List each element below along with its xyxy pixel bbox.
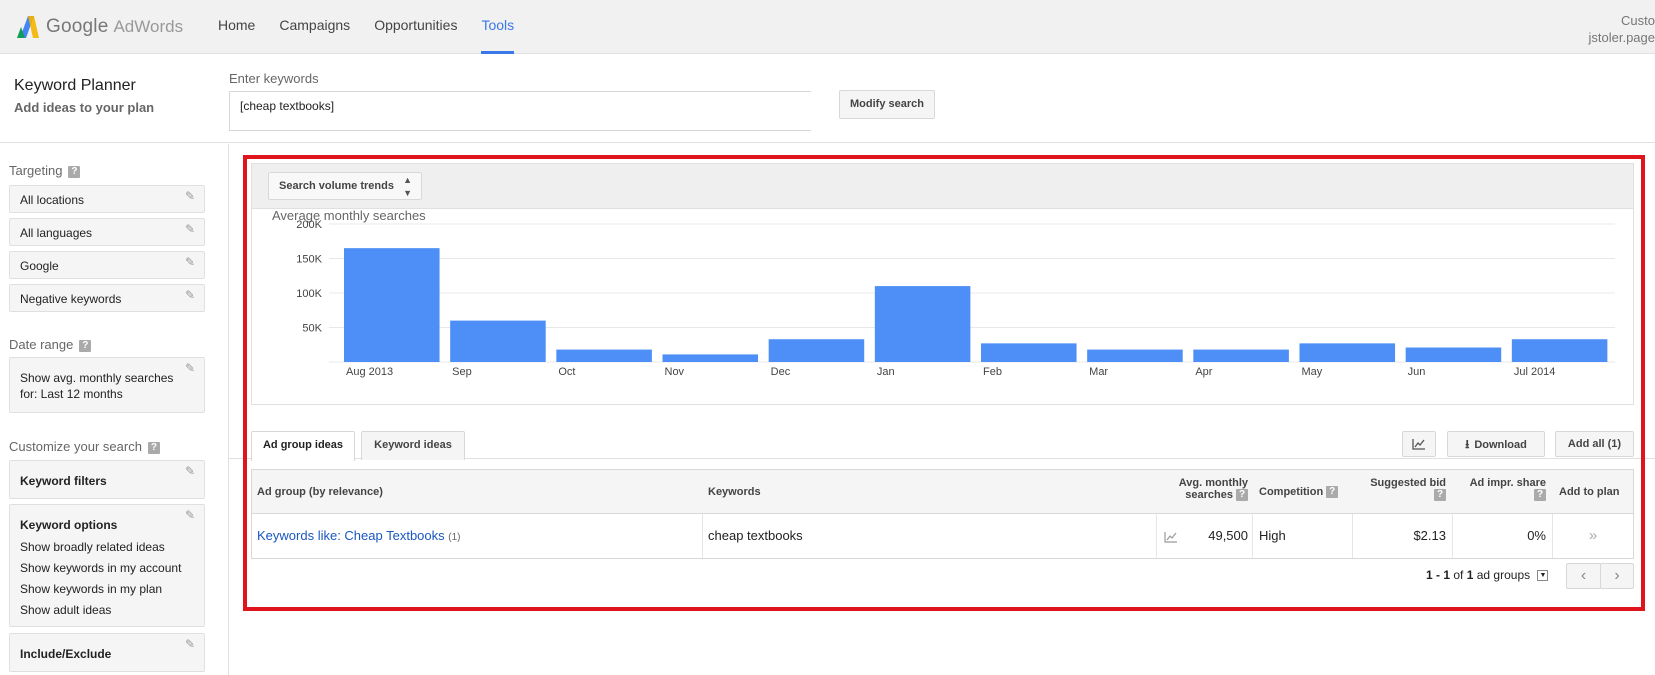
option-adult-ideas: Show adult ideas — [20, 603, 112, 617]
highlight-box — [243, 155, 1645, 611]
brand-adwords: AdWords — [113, 17, 184, 36]
pencil-icon[interactable]: ✎ — [185, 256, 197, 268]
keyword-filters-label: Keyword filters — [20, 474, 107, 488]
option-in-plan: Show keywords in my plan — [20, 582, 163, 596]
pencil-icon[interactable]: ✎ — [185, 465, 197, 477]
modify-search-button[interactable]: Modify search — [839, 90, 935, 119]
adwords-logo[interactable]: Google AdWords — [16, 14, 183, 40]
nav-home[interactable]: Home — [206, 0, 267, 54]
customize-heading: Customize your search? — [9, 439, 160, 454]
option-broadly-related: Show broadly related ideas — [20, 540, 165, 554]
pencil-icon[interactable]: ✎ — [185, 509, 197, 521]
pencil-icon[interactable]: ✎ — [185, 289, 197, 301]
date-range-heading: Date range? — [9, 337, 92, 352]
top-bar: Google AdWords Home Campaigns Opportunit… — [0, 0, 1655, 54]
adwords-logo-icon — [17, 16, 39, 38]
pencil-icon[interactable]: ✎ — [185, 190, 197, 202]
nav-opportunities[interactable]: Opportunities — [362, 0, 469, 54]
targeting-network[interactable]: Google ✎ — [9, 251, 205, 279]
include-exclude-label: Include/Exclude — [20, 647, 112, 661]
date-range-box[interactable]: Show avg. monthly searches for: Last 12 … — [9, 357, 205, 413]
customize-heading-label: Customize your search — [9, 439, 142, 454]
date-range-heading-label: Date range — [9, 337, 74, 352]
keyword-filters-box[interactable]: Keyword filters ✎ — [9, 460, 205, 499]
account-info[interactable]: Custo jstoler.page — [1589, 12, 1655, 46]
nav-tools[interactable]: Tools — [469, 0, 526, 54]
targeting-negative-keywords[interactable]: Negative keywords ✎ — [9, 284, 205, 312]
account-line2: jstoler.page — [1588, 30, 1655, 45]
sidebar: Targeting? All locations ✎ All languages… — [0, 144, 229, 675]
enter-keywords-label: Enter keywords — [229, 71, 319, 86]
page-title: Keyword Planner — [14, 77, 136, 94]
targeting-languages[interactable]: All languages ✎ — [9, 218, 205, 246]
targeting-heading: Targeting? — [9, 163, 81, 178]
help-icon[interactable]: ? — [68, 165, 81, 178]
nav-campaigns[interactable]: Campaigns — [267, 0, 362, 54]
help-icon[interactable]: ? — [147, 441, 160, 454]
targeting-item-label: Negative keywords — [20, 292, 122, 306]
keywords-input-value: [cheap textbooks] — [240, 99, 335, 113]
keyword-options-box[interactable]: Keyword options Show broadly related ide… — [9, 504, 205, 627]
targeting-item-label: All languages — [20, 226, 93, 240]
help-icon[interactable]: ? — [79, 339, 92, 352]
date-range-line2: for: Last 12 months — [20, 387, 123, 401]
main-nav: Home Campaigns Opportunities Tools — [206, 0, 526, 54]
targeting-locations[interactable]: All locations ✎ — [9, 185, 205, 213]
keyword-options-label: Keyword options — [20, 518, 118, 532]
page-subtitle: Add ideas to your plan — [14, 100, 155, 115]
brand-google: Google — [46, 16, 109, 37]
targeting-heading-label: Targeting — [9, 163, 63, 178]
option-in-account: Show keywords in my account — [20, 561, 182, 575]
pencil-icon[interactable]: ✎ — [185, 362, 197, 374]
targeting-item-label: All locations — [20, 193, 85, 207]
include-exclude-box[interactable]: Include/Exclude ✎ — [9, 633, 205, 672]
pencil-icon[interactable]: ✎ — [185, 638, 197, 650]
account-line1: Custo — [1621, 13, 1655, 28]
keyword-planner-header: Keyword Planner Add ideas to your plan E… — [0, 55, 1655, 143]
pencil-icon[interactable]: ✎ — [185, 223, 197, 235]
date-range-line1: Show avg. monthly searches — [20, 371, 174, 385]
targeting-item-label: Google — [20, 259, 59, 273]
